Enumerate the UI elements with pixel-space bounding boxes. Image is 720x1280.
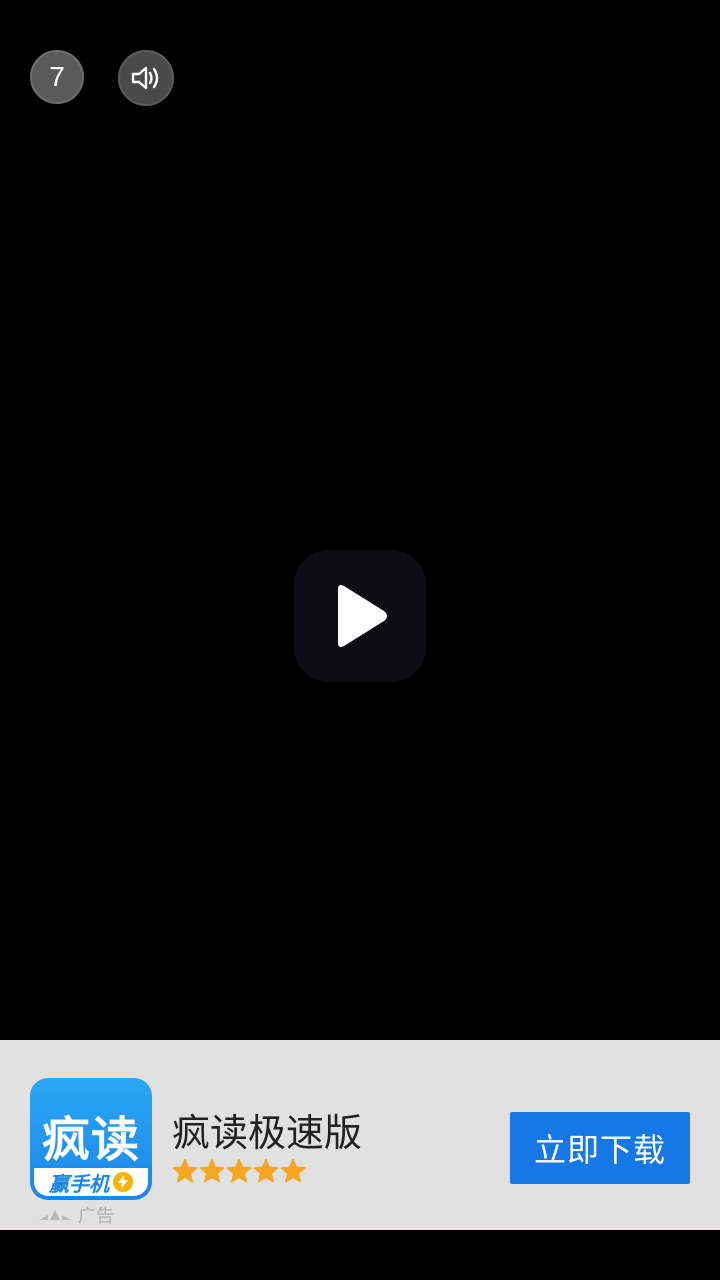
ad-label: 广告 [78, 1206, 114, 1227]
app-icon-ribbon: 赢手机 [34, 1168, 148, 1196]
video-ad-screen: 7 疯读 赢手机 疯读极速版 广告 立即下载 [0, 0, 720, 1280]
play-button[interactable] [294, 550, 426, 682]
star-rating [172, 1158, 306, 1184]
countdown-timer: 7 [30, 50, 84, 104]
download-button[interactable]: 立即下载 [510, 1112, 690, 1184]
star-icon [226, 1158, 252, 1183]
app-icon-text: 疯读 [41, 1112, 140, 1168]
star-icon [199, 1158, 225, 1183]
ad-network-logo-icon [39, 1210, 71, 1220]
divider [0, 1228, 720, 1230]
ad-label-group: 广告 [38, 1202, 114, 1228]
ad-banner[interactable]: 疯读 赢手机 疯读极速版 广告 立即下载 [0, 1040, 720, 1230]
play-icon [338, 585, 387, 647]
star-icon [172, 1158, 198, 1183]
star-icon [280, 1158, 306, 1183]
volume-button[interactable] [118, 50, 174, 106]
star-icon [253, 1158, 279, 1183]
app-icon-subtext: 赢手机 [49, 1171, 109, 1196]
app-icon[interactable]: 疯读 赢手机 [30, 1078, 152, 1200]
speaker-volume-icon [131, 66, 159, 90]
countdown-value: 7 [49, 61, 65, 92]
lightning-icon [113, 1172, 133, 1192]
app-name[interactable]: 疯读极速版 [172, 1102, 362, 1157]
